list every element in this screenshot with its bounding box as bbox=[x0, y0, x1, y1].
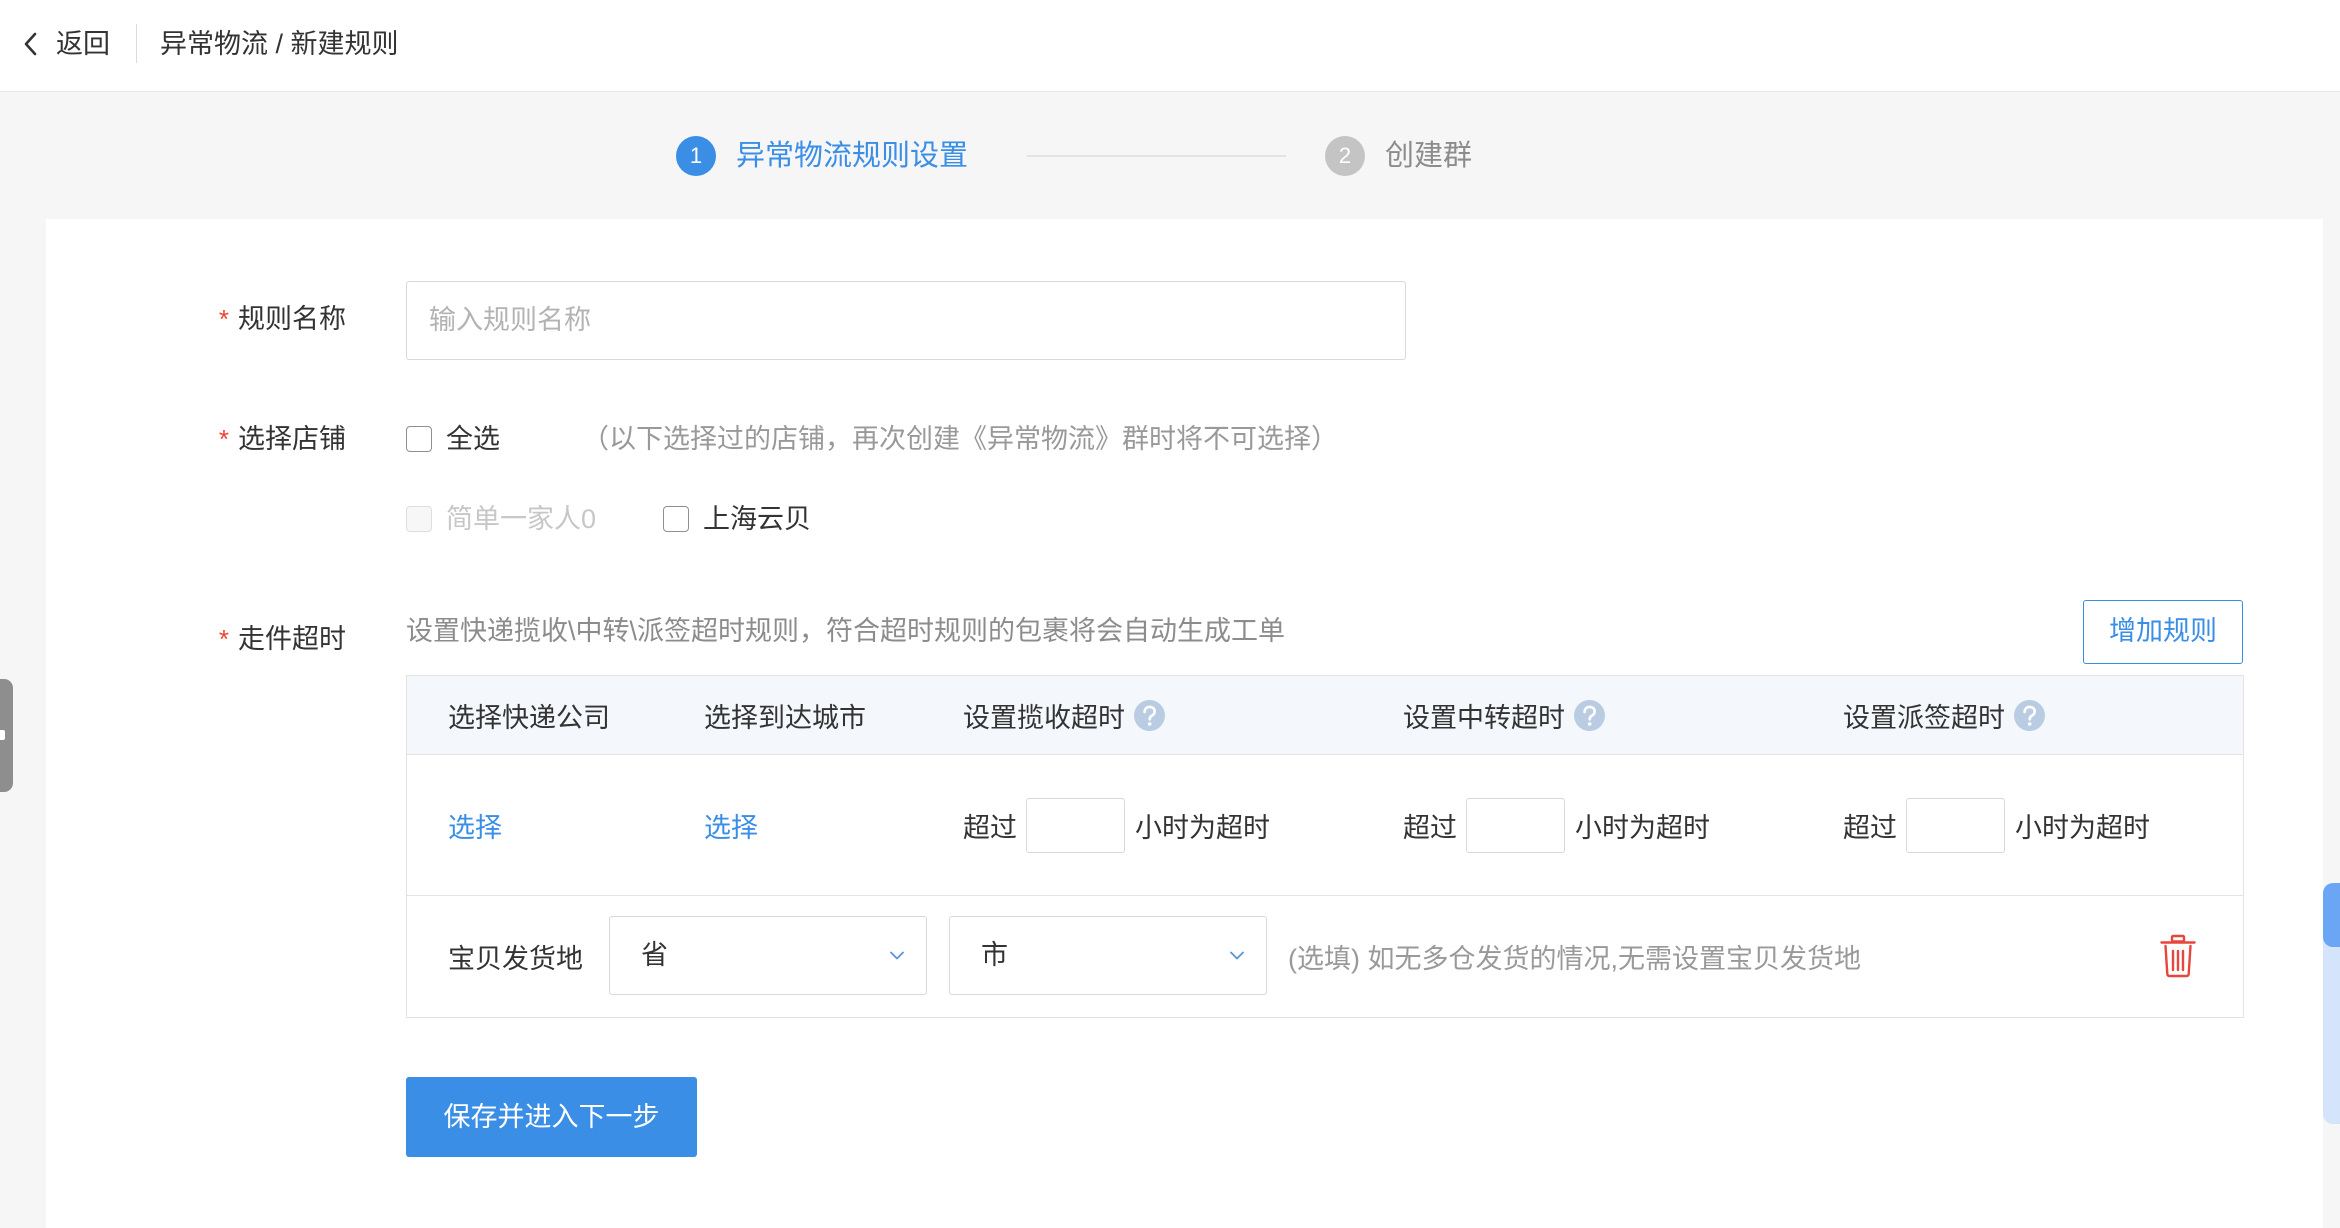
question-circle-icon[interactable] bbox=[1574, 699, 1605, 731]
origin-row: 宝贝发货地 省 市 (选填) 如无多仓发货的情况,无需设置宝贝发货地 bbox=[407, 896, 2243, 1017]
chevron-left-icon bbox=[23, 32, 39, 56]
step-1-label: 异常物流规则设置 bbox=[736, 140, 969, 172]
select-destination-city-link[interactable]: 选择 bbox=[704, 806, 758, 845]
column-label: 设置中转超时 bbox=[1403, 702, 1565, 733]
transit-timeout-hours-input[interactable] bbox=[1466, 797, 1565, 853]
back-label: 返回 bbox=[56, 29, 110, 59]
origin-label: 宝贝发货地 bbox=[448, 944, 583, 974]
rule-form-card: * 规则名称 * 选择店铺 全选 （以下选择过的店铺，再次创建《异常物流》群时将不可… bbox=[46, 219, 2323, 1228]
select-express-company-link[interactable]: 选择 bbox=[448, 806, 502, 845]
province-select-value: 省 bbox=[641, 940, 668, 970]
chevron-down-icon bbox=[890, 951, 904, 960]
feedback-float-tab[interactable] bbox=[2323, 883, 2340, 1124]
header-divider bbox=[136, 24, 137, 63]
timeout-prefix: 超过 bbox=[963, 812, 1017, 843]
express-company-cell: 选择 bbox=[448, 755, 502, 895]
delivery-timeout-hours-input[interactable] bbox=[1906, 797, 2005, 853]
column-transit-timeout: 设置中转超时 bbox=[1403, 676, 1605, 754]
save-and-next-button[interactable]: 保存并进入下一步 bbox=[406, 1077, 697, 1157]
add-rule-button[interactable]: 增加规则 bbox=[2083, 600, 2243, 664]
column-pickup-timeout: 设置揽收超时 bbox=[963, 676, 1165, 754]
side-panel-toggle[interactable] bbox=[0, 679, 13, 792]
timeout-prefix: 超过 bbox=[1403, 812, 1457, 843]
origin-note: (选填) 如无多仓发货的情况,无需设置宝贝发货地 bbox=[1288, 944, 1861, 974]
transit-timeout-cell: 超过 小时为超时 bbox=[1403, 755, 1710, 895]
pickup-timeout-hours-input[interactable] bbox=[1026, 797, 1125, 853]
column-express-company: 选择快递公司 bbox=[448, 676, 610, 754]
store-checkbox bbox=[406, 506, 432, 532]
province-select[interactable]: 省 bbox=[609, 916, 927, 995]
timeout-suffix: 小时为超时 bbox=[2015, 812, 2150, 843]
rule-name-input[interactable] bbox=[406, 281, 1406, 360]
rule-name-label: * 规则名称 bbox=[150, 299, 346, 339]
step-2-label: 创建群 bbox=[1385, 140, 1473, 172]
required-mark: * bbox=[218, 424, 229, 454]
column-label: 选择快递公司 bbox=[448, 702, 610, 733]
column-label: 选择到达城市 bbox=[704, 702, 866, 733]
step-1-number: 1 bbox=[676, 136, 716, 176]
store-checkbox[interactable] bbox=[663, 506, 689, 532]
table-row: 选择 选择 超过 小时为超时 超过 小时为超时 超过 小时为超时 bbox=[407, 755, 2243, 896]
column-label: 设置揽收超时 bbox=[963, 702, 1125, 733]
delivery-timeout-cell: 超过 小时为超时 bbox=[1843, 755, 2150, 895]
side-panel-toggle-mark bbox=[0, 730, 5, 740]
city-select[interactable]: 市 bbox=[949, 916, 1267, 995]
column-label: 设置派签超时 bbox=[1843, 702, 2005, 733]
required-mark: * bbox=[218, 304, 229, 334]
question-circle-icon[interactable] bbox=[2014, 699, 2045, 731]
store-note: （以下选择过的店铺，再次创建《异常物流》群时将不可选择） bbox=[582, 424, 1338, 454]
trash-icon[interactable] bbox=[2159, 934, 2197, 978]
column-delivery-timeout: 设置派签超时 bbox=[1843, 676, 2045, 754]
table-header: 选择快递公司 选择到达城市 设置揽收超时 设置中转超时 设置派签超时 bbox=[407, 676, 2243, 755]
select-all-label[interactable]: 全选 bbox=[446, 419, 500, 459]
timeout-label: * 走件超时 bbox=[150, 619, 346, 659]
timeout-rule-table: 选择快递公司 选择到达城市 设置揽收超时 设置中转超时 设置派签超时 选择 选择… bbox=[406, 675, 2244, 1018]
feedback-float-tab-head bbox=[2323, 883, 2340, 947]
back-button[interactable]: 返回 bbox=[23, 24, 110, 64]
top-bar: 返回 异常物流 / 新建规则 bbox=[0, 0, 2340, 92]
step-connector bbox=[1027, 155, 1286, 157]
page: 返回 异常物流 / 新建规则 1 异常物流规则设置 2 创建群 * 规则名称 * 选… bbox=[0, 0, 2340, 1228]
timeout-label-text: 走件超时 bbox=[238, 624, 346, 654]
select-all-checkbox[interactable] bbox=[406, 426, 432, 452]
timeout-suffix: 小时为超时 bbox=[1135, 812, 1270, 843]
pickup-timeout-cell: 超过 小时为超时 bbox=[963, 755, 1270, 895]
breadcrumb: 异常物流 / 新建规则 bbox=[160, 29, 399, 59]
timeout-description: 设置快递揽收\中转\派签超时规则，符合超时规则的包裹将会自动生成工单 bbox=[406, 616, 1286, 646]
timeout-prefix: 超过 bbox=[1843, 812, 1897, 843]
chevron-down-icon bbox=[1230, 951, 1244, 960]
store-label: * 选择店铺 bbox=[150, 419, 346, 459]
required-mark: * bbox=[218, 624, 229, 654]
step-2-number: 2 bbox=[1325, 136, 1365, 176]
column-destination-city: 选择到达城市 bbox=[704, 676, 866, 754]
city-select-value: 市 bbox=[981, 940, 1008, 970]
store-label-text: 选择店铺 bbox=[238, 424, 346, 454]
timeout-suffix: 小时为超时 bbox=[1575, 812, 1710, 843]
question-circle-icon[interactable] bbox=[1134, 699, 1165, 731]
store-option-label[interactable]: 上海云贝 bbox=[703, 499, 811, 539]
rule-name-label-text: 规则名称 bbox=[238, 304, 346, 334]
destination-city-cell: 选择 bbox=[704, 755, 758, 895]
store-option-label: 简单一家人0 bbox=[446, 504, 597, 534]
